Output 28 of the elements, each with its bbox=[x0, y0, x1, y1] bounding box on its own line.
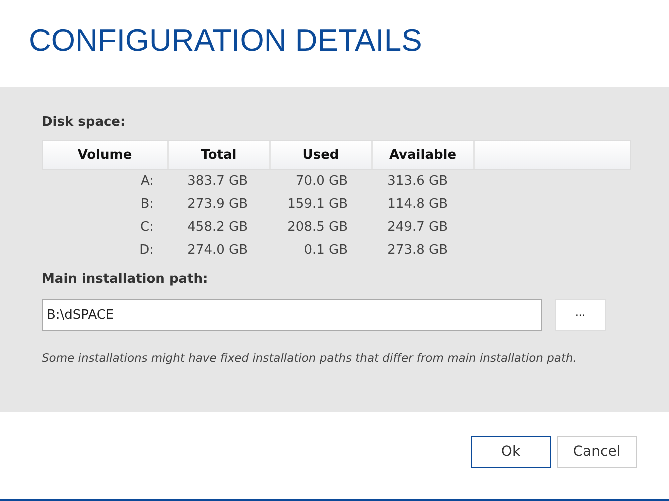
table-cell-text: 249.7 GB bbox=[386, 220, 449, 235]
dialog-button[interactable]: Ok bbox=[471, 436, 551, 468]
table-cell-text: 458.2 GB bbox=[186, 220, 249, 235]
table-cell-text: 383.7 GB bbox=[186, 174, 249, 189]
dialog-button[interactable]: Cancel bbox=[557, 436, 637, 468]
column-header[interactable]: Total bbox=[169, 141, 271, 169]
path-input-field[interactable]: B:\dSPACE bbox=[42, 299, 542, 331]
table-cell-text: 114.8 GB bbox=[386, 197, 449, 212]
table-cell-text: 70.0 GB bbox=[294, 174, 349, 189]
table-cell-text: B: bbox=[140, 197, 155, 212]
table-cell-text: 159.1 GB bbox=[286, 197, 349, 212]
table-cell-text: 313.6 GB bbox=[386, 174, 449, 189]
info-note: Some installations might have fixed installation paths that differ from main installation path. bbox=[42, 351, 578, 365]
table-cell-text: D: bbox=[138, 243, 155, 258]
column-header[interactable]: Available bbox=[373, 141, 475, 169]
column-header[interactable]: Volume bbox=[43, 141, 169, 169]
table-cell-text: A: bbox=[140, 174, 155, 189]
dialog-title: CONFIGURATION DETAILS bbox=[29, 22, 422, 60]
section-label: Disk space: bbox=[42, 115, 127, 130]
table-cell-text: 208.5 GB bbox=[286, 220, 349, 235]
browse-button[interactable]: ... bbox=[555, 299, 606, 331]
table-cell-text: C: bbox=[140, 220, 155, 235]
table-cell-text: 0.1 GB bbox=[303, 243, 349, 258]
table-cell-text: 274.0 GB bbox=[186, 243, 249, 258]
table-cell-text: 273.9 GB bbox=[186, 197, 249, 212]
column-header[interactable]: Used bbox=[271, 141, 373, 169]
table-cell-text: 273.8 GB bbox=[386, 243, 449, 258]
section-label: Main installation path: bbox=[42, 272, 210, 287]
